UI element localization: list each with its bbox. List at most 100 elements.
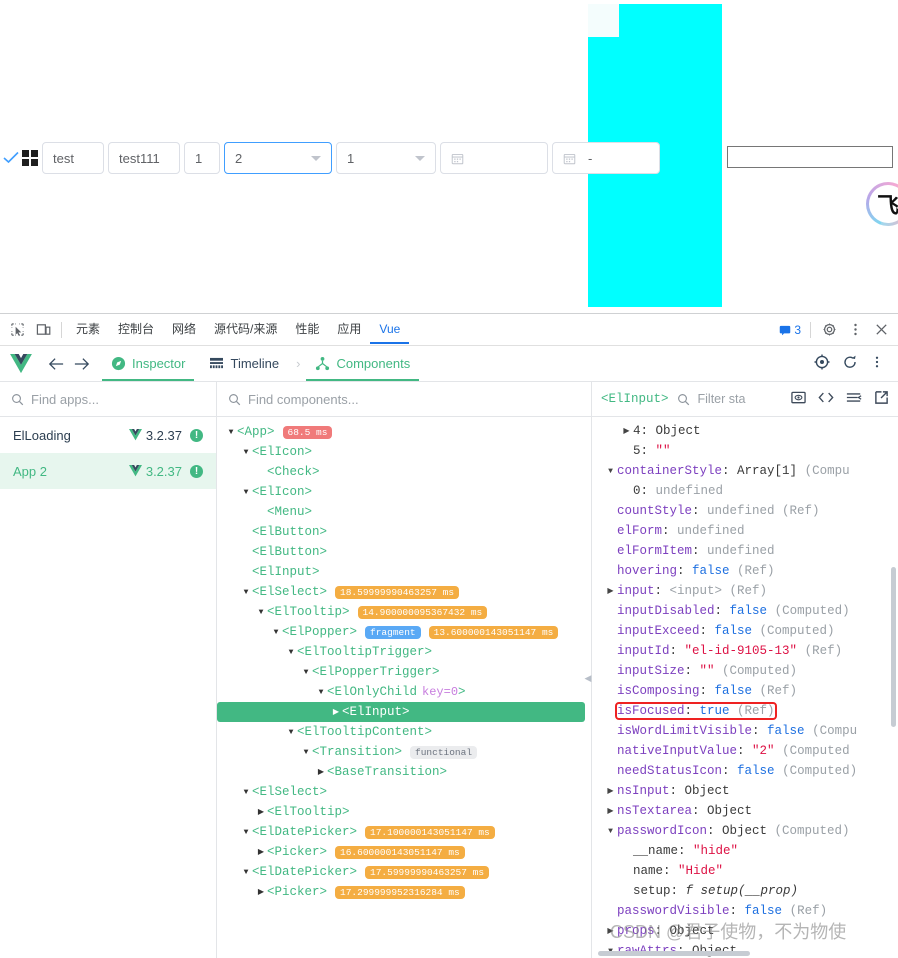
component-tree-node[interactable]: ▼ <ElDatePicker> 17.100000143051147 ms — [217, 822, 591, 842]
chevron-right-icon[interactable]: ▶ — [255, 807, 267, 817]
state-row[interactable]: ▶ input: <input> (Ref) — [592, 581, 898, 601]
chevron-down-icon[interactable]: ▼ — [315, 688, 327, 697]
tab-elements[interactable]: 元素 — [67, 315, 109, 344]
date-picker[interactable] — [440, 142, 548, 174]
open-external-icon[interactable] — [874, 390, 889, 408]
plain-text-input[interactable] — [727, 146, 893, 168]
state-row[interactable]: ▼isFocused: true (Ref) — [592, 701, 898, 721]
component-tree-node[interactable]: ▼ <ElOnlyChild key=0 > — [217, 682, 591, 702]
chevron-down-icon[interactable]: ▼ — [240, 448, 252, 457]
state-row[interactable]: ▼0: undefined — [592, 481, 898, 501]
component-tree-node[interactable]: ▼ <ElTooltipTrigger> — [217, 642, 591, 662]
tab-console[interactable]: 控制台 — [109, 315, 163, 344]
chevron-down-icon[interactable]: ▼ — [240, 828, 252, 837]
state-row[interactable]: ▼5: "" — [592, 441, 898, 461]
chevron-down-icon[interactable]: ▼ — [270, 628, 282, 637]
horizontal-scrollbar[interactable] — [598, 951, 750, 956]
tab-vue[interactable]: Vue — [370, 315, 409, 344]
tab-network[interactable]: 网络 — [163, 315, 205, 344]
chevron-down-icon[interactable]: ▼ — [240, 788, 252, 797]
more-vertical-icon[interactable] — [870, 354, 884, 373]
state-row[interactable]: ▶ 4: Object — [592, 421, 898, 441]
chevron-down-icon[interactable]: ▼ — [255, 608, 267, 617]
component-tree-node[interactable]: ▼ <ElSelect> — [217, 782, 591, 802]
state-row[interactable]: ▶ nsTextarea: Object — [592, 801, 898, 821]
component-tree-node[interactable]: ▼<ElInput> — [217, 562, 591, 582]
issues-badge[interactable]: 3 — [779, 323, 801, 337]
grid-icon[interactable] — [22, 150, 38, 166]
more-options-icon[interactable] — [842, 318, 868, 342]
chevron-down-icon[interactable]: ▼ — [240, 588, 252, 597]
component-state-list[interactable]: ▶4: Object▼5: ""▼containerStyle: Array[1… — [592, 417, 898, 958]
chevron-right-icon[interactable]: ▶ — [620, 426, 633, 436]
component-tree-node[interactable]: ▼<Menu> — [217, 502, 591, 522]
device-toolbar-icon[interactable] — [30, 318, 56, 342]
chevron-down-icon[interactable]: ▼ — [604, 467, 617, 476]
component-tree-node[interactable]: ▼<Check> — [217, 462, 591, 482]
chevron-right-icon[interactable]: ▶ — [604, 806, 617, 816]
tab-application[interactable]: 应用 — [328, 315, 370, 344]
state-row[interactable]: ▼inputExceed: false (Computed) — [592, 621, 898, 641]
state-row[interactable]: ▼elForm: undefined — [592, 521, 898, 541]
chevron-right-icon[interactable]: ▶ — [255, 847, 267, 857]
state-row[interactable]: ▼inputId: "el-id-9105-13" (Ref) — [592, 641, 898, 661]
inspect-dom-icon[interactable] — [791, 390, 806, 408]
tab-sources[interactable]: 源代码/来源 — [205, 315, 286, 344]
component-tree-node[interactable]: ▼ <ElTooltipContent> — [217, 722, 591, 742]
component-tree-node[interactable]: ▼ <ElTooltip> 14.900000095367432 ms — [217, 602, 591, 622]
component-tree-node[interactable]: ▼ <ElIcon> — [217, 442, 591, 462]
state-row[interactable]: ▼countStyle: undefined (Ref) — [592, 501, 898, 521]
component-tree-node[interactable]: ▶ <Picker> 17.299999952316284 ms — [217, 882, 591, 902]
chevron-right-icon[interactable]: ▶ — [604, 926, 617, 936]
chevron-down-icon[interactable]: ▼ — [225, 428, 237, 437]
app-list-item-elloading[interactable]: ElLoading 3.2.37 ! — [0, 417, 216, 453]
state-row[interactable]: ▼setup: f setup(__prop) — [592, 881, 898, 901]
state-row[interactable]: ▼inputSize: "" (Computed) — [592, 661, 898, 681]
state-row[interactable]: ▼__name: "hide" — [592, 841, 898, 861]
tab-performance[interactable]: 性能 — [286, 315, 328, 344]
pane-collapse-handle[interactable]: ◀ — [584, 667, 592, 689]
chevron-down-icon[interactable]: ▼ — [604, 827, 617, 836]
apps-search-bar[interactable]: Find apps... — [0, 382, 216, 417]
app-list-item-app2[interactable]: App 2 3.2.37 ! — [0, 453, 216, 489]
chevron-right-icon[interactable]: ▶ — [255, 887, 267, 897]
state-row[interactable]: ▼isComposing: false (Ref) — [592, 681, 898, 701]
state-row[interactable]: ▶ nsInput: Object — [592, 781, 898, 801]
component-tree-node[interactable]: ▼ <ElDatePicker> 17.59999990463257 ms — [217, 862, 591, 882]
chevron-right-icon[interactable]: ▶ — [330, 707, 342, 717]
chevron-down-icon[interactable]: ▼ — [300, 668, 312, 677]
component-tree-node[interactable]: ▶ <BaseTransition> — [217, 762, 591, 782]
component-tree-node[interactable]: ▼ <ElIcon> — [217, 482, 591, 502]
component-tree[interactable]: ▼<App>68.5 ms▼<ElIcon>▼<Check>▼<ElIcon>▼… — [217, 417, 591, 958]
input-number-1[interactable]: 1 — [184, 142, 220, 174]
component-tree-node[interactable]: ▼ <App> 68.5 ms — [217, 422, 591, 442]
inspect-element-icon[interactable] — [4, 318, 30, 342]
chevron-down-icon[interactable]: ▼ — [240, 868, 252, 877]
state-row[interactable]: ▼nativeInputValue: "2" (Computed — [592, 741, 898, 761]
back-arrow-icon[interactable] — [44, 352, 68, 376]
components-search-bar[interactable]: Find components... — [217, 382, 591, 417]
state-row[interactable]: ▼elFormItem: undefined — [592, 541, 898, 561]
vue-tab-components[interactable]: Components — [306, 347, 419, 381]
component-tree-node[interactable]: ▼ <Transition> functional — [217, 742, 591, 762]
component-tree-node[interactable]: ▼ <ElPopperTrigger> — [217, 662, 591, 682]
state-row[interactable]: ▶ props: Object — [592, 921, 898, 941]
collapse-all-icon[interactable] — [846, 390, 862, 408]
vue-tab-timeline[interactable]: Timeline — [200, 347, 288, 381]
select-second[interactable]: 1 — [336, 142, 436, 174]
target-select-icon[interactable] — [814, 354, 830, 373]
open-in-editor-icon[interactable] — [818, 390, 834, 408]
state-row[interactable]: ▼name: "Hide" — [592, 861, 898, 881]
component-tree-node[interactable]: ▼ <ElSelect> 18.59999990463257 ms — [217, 582, 591, 602]
chevron-right-icon[interactable]: ▶ — [604, 786, 617, 796]
state-row[interactable]: ▼ passwordIcon: Object (Computed) — [592, 821, 898, 841]
component-tree-node[interactable]: ▼ <ElPopper> fragment 13.600000143051147 ms — [217, 622, 591, 642]
filter-state-placeholder[interactable]: Filter sta — [698, 392, 764, 406]
vue-tab-inspector[interactable]: Inspector — [102, 347, 194, 381]
state-row[interactable]: ▼ containerStyle: Array[1] (Compu — [592, 461, 898, 481]
component-tree-node[interactable]: ▼<ElButton> — [217, 522, 591, 542]
component-tree-node[interactable]: ▶ <Picker> 16.600000143051147 ms — [217, 842, 591, 862]
chevron-down-icon[interactable]: ▼ — [240, 488, 252, 497]
component-tree-node[interactable]: ▼<ElButton> — [217, 542, 591, 562]
close-icon[interactable] — [868, 318, 894, 342]
